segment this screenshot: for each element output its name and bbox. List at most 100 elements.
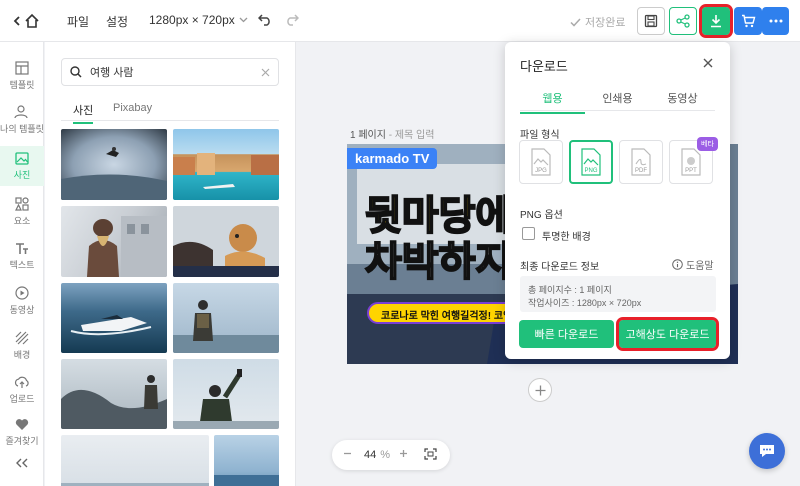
- tab-video[interactable]: 동영상: [650, 90, 715, 106]
- format-jpg-option[interactable]: JPG: [519, 140, 563, 184]
- png-options-label: PNG 옵션: [520, 210, 563, 221]
- sidebar-item-templates[interactable]: 템플릿: [0, 56, 44, 96]
- sidebar-item-upload[interactable]: 업로드: [0, 370, 44, 410]
- photo-thumbnail[interactable]: [173, 129, 279, 200]
- hd-download-button[interactable]: 고해상도 다운로드: [616, 317, 719, 351]
- download-tabs: 웹용 인쇄용 동영상: [520, 83, 715, 114]
- save-status: 저장완료: [570, 14, 625, 30]
- plus-icon: [535, 385, 545, 395]
- quick-download-button[interactable]: 빠른 다운로드: [519, 320, 614, 348]
- info-icon: [672, 259, 683, 270]
- save-status-label: 저장완료: [585, 17, 626, 29]
- download-dialog: 다운로드 웹용 인쇄용 동영상 파일 형식 JPG PNG PDF PPT 베타…: [505, 42, 730, 359]
- more-button[interactable]: [762, 7, 789, 35]
- collapse-sidebar-button[interactable]: [0, 452, 44, 476]
- chat-icon: [760, 445, 774, 457]
- dog-car-image: [173, 206, 279, 277]
- sidebar-item-label: 배경: [13, 350, 31, 360]
- ppt-file-icon: PPT: [681, 148, 701, 176]
- photo-thumbnail[interactable]: [61, 359, 167, 429]
- fit-screen-button[interactable]: [424, 447, 437, 463]
- sidebar-item-photos[interactable]: 사진: [0, 146, 44, 186]
- sidebar-item-background[interactable]: 배경: [0, 326, 44, 366]
- photo-thumbnail[interactable]: [61, 283, 167, 353]
- tab-photos[interactable]: 사진: [73, 102, 94, 124]
- floppy-icon: [644, 14, 658, 28]
- sidebar-item-text[interactable]: 텍스트: [0, 236, 44, 276]
- sidebar-item-favorites[interactable]: 즐겨찾기: [0, 414, 44, 450]
- home-button[interactable]: [12, 10, 44, 32]
- zoom-value[interactable]: 44: [364, 449, 376, 461]
- venice-canal-image: [173, 153, 279, 189]
- photo-icon: [15, 151, 29, 165]
- photo-panel: 여행 사람 사진 Pixabay: [45, 42, 296, 486]
- photo-thumbnail[interactable]: [61, 435, 209, 486]
- settings-menu[interactable]: 설정: [106, 13, 128, 30]
- zoom-unit: %: [380, 449, 391, 461]
- share-icon: [676, 14, 690, 28]
- more-icon: [769, 19, 782, 23]
- format-png-option[interactable]: PNG: [569, 140, 613, 184]
- photo-thumbnail[interactable]: [173, 206, 279, 277]
- zoom-control: 44 %: [332, 440, 450, 470]
- double-chevron-left-icon: [16, 458, 28, 467]
- file-menu[interactable]: 파일: [67, 13, 89, 30]
- add-page-button[interactable]: [528, 378, 552, 402]
- chat-button[interactable]: [749, 433, 785, 469]
- download-icon: [711, 15, 721, 28]
- format-png-label: PNG: [584, 168, 597, 174]
- elements-icon: [15, 197, 29, 211]
- photo-thumbnail[interactable]: [173, 359, 279, 429]
- sidebar-item-video[interactable]: 동영상: [0, 281, 44, 321]
- redo-button[interactable]: [285, 12, 300, 29]
- headline-line-2[interactable]: 차박하지: [364, 239, 513, 285]
- sidebar: 템플릿 나의 템플릿 사진 요소 텍스트 동영상 배경 업로드 즐겨찾기: [0, 42, 44, 486]
- beta-badge: 베타: [697, 137, 718, 151]
- page-label: 1 페이지 - 제목 입력: [350, 126, 434, 141]
- zoom-out-button[interactable]: [343, 449, 352, 461]
- close-button[interactable]: [703, 55, 713, 72]
- sky-image: [61, 483, 209, 486]
- tab-web[interactable]: 웹용: [520, 90, 585, 114]
- format-pdf-option[interactable]: PDF: [619, 140, 663, 184]
- photo-thumbnail[interactable]: [61, 129, 167, 200]
- upload-icon: [14, 376, 29, 388]
- sidebar-item-elements[interactable]: 요소: [0, 192, 44, 232]
- info-work-size: 작업사이즈 : 1280px × 720px: [528, 298, 642, 308]
- download-info-box: 총 페이지수 : 1 페이지 작업사이즈 : 1280px × 720px: [520, 276, 716, 312]
- photo-thumbnail[interactable]: [61, 206, 167, 277]
- undo-button[interactable]: [257, 12, 272, 29]
- info-page-count: 총 페이지수 : 1 페이지: [528, 285, 612, 295]
- zoom-in-button[interactable]: [399, 449, 408, 461]
- jpg-file-icon: JPG: [531, 148, 551, 176]
- format-pdf-label: PDF: [635, 168, 647, 174]
- photo-thumbnail[interactable]: [173, 283, 279, 353]
- sidebar-item-my-templates[interactable]: 나의 템플릿: [0, 100, 44, 140]
- home-icon: [25, 13, 39, 28]
- cart-button[interactable]: [734, 7, 762, 35]
- share-button[interactable]: [669, 7, 697, 35]
- sidebar-item-label: 템플릿: [9, 80, 35, 90]
- check-icon: [570, 17, 581, 27]
- help-link[interactable]: 도움말: [672, 257, 714, 272]
- page-title-input[interactable]: - 제목 입력: [389, 130, 435, 141]
- save-button[interactable]: [637, 7, 665, 35]
- format-ppt-label: PPT: [685, 168, 697, 174]
- user-template-icon: [14, 105, 28, 119]
- download-button[interactable]: [699, 4, 733, 38]
- tab-pixabay[interactable]: Pixabay: [113, 102, 152, 114]
- headline-line-1[interactable]: 뒷마당에: [364, 193, 513, 239]
- brand-badge[interactable]: karmado TV: [347, 148, 438, 169]
- text-icon: [16, 242, 28, 254]
- canvas-size-dropdown[interactable]: 1280px × 720px: [149, 13, 248, 27]
- transparent-background-checkbox[interactable]: [522, 227, 535, 240]
- sidebar-item-label: 나의 템플릿: [0, 124, 44, 134]
- photo-source-tabs: 사진 Pixabay: [61, 99, 279, 124]
- template-icon: [15, 61, 29, 75]
- cart-icon: [741, 14, 755, 28]
- sidebar-item-label: 사진: [13, 169, 31, 180]
- search-box[interactable]: 여행 사람: [61, 58, 279, 86]
- tab-print[interactable]: 인쇄용: [585, 90, 650, 106]
- search-input[interactable]: 여행 사람: [90, 64, 261, 80]
- photo-thumbnail[interactable]: [214, 435, 279, 486]
